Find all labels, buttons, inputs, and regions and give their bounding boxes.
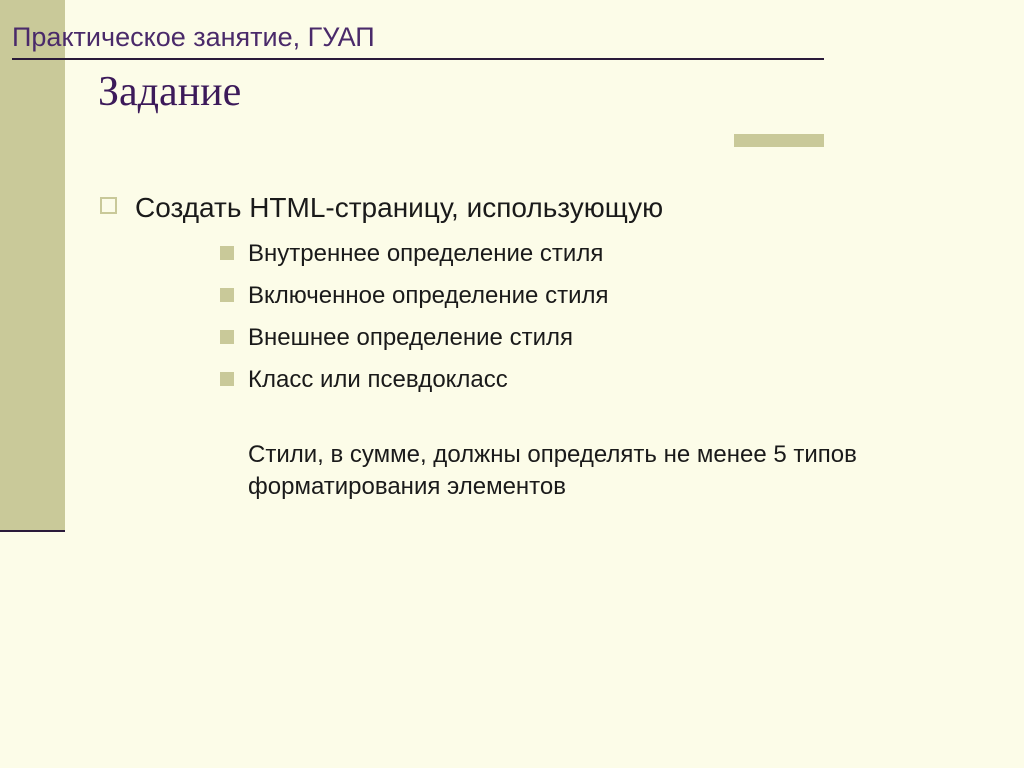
- bullet-outline-icon: [100, 197, 117, 214]
- list-item: Внутреннее определение стиля: [220, 239, 930, 269]
- header-rule: [12, 58, 824, 60]
- list-item: Внешнее определение стиля: [220, 323, 930, 353]
- sidebar-accent-block: [0, 0, 65, 530]
- list-item: Класс или псевдокласс: [220, 365, 930, 395]
- list-item-text: Внутреннее определение стиля: [248, 239, 603, 269]
- short-rule: [0, 530, 65, 532]
- bullet-filled-icon: [220, 372, 234, 386]
- header-label: Практическое занятие, ГУАП: [12, 22, 375, 53]
- list-item-text: Класс или псевдокласс: [248, 365, 508, 395]
- list-item: Создать HTML-страницу, использующую: [100, 190, 930, 225]
- summary-text: Стили, в сумме, должны определять не мен…: [248, 439, 868, 504]
- bullet-filled-icon: [220, 330, 234, 344]
- content-area: Создать HTML-страницу, использующую Внут…: [100, 190, 930, 504]
- list-item-text: Включенное определение стиля: [248, 281, 608, 311]
- list-item: Включенное определение стиля: [220, 281, 930, 311]
- list-item-text: Создать HTML-страницу, использующую: [135, 190, 663, 225]
- sub-list: Внутреннее определение стиля Включенное …: [220, 239, 930, 395]
- list-item-text: Внешнее определение стиля: [248, 323, 573, 353]
- bullet-filled-icon: [220, 288, 234, 302]
- slide-title: Задание: [98, 68, 241, 116]
- bullet-filled-icon: [220, 246, 234, 260]
- accent-bar: [734, 134, 824, 147]
